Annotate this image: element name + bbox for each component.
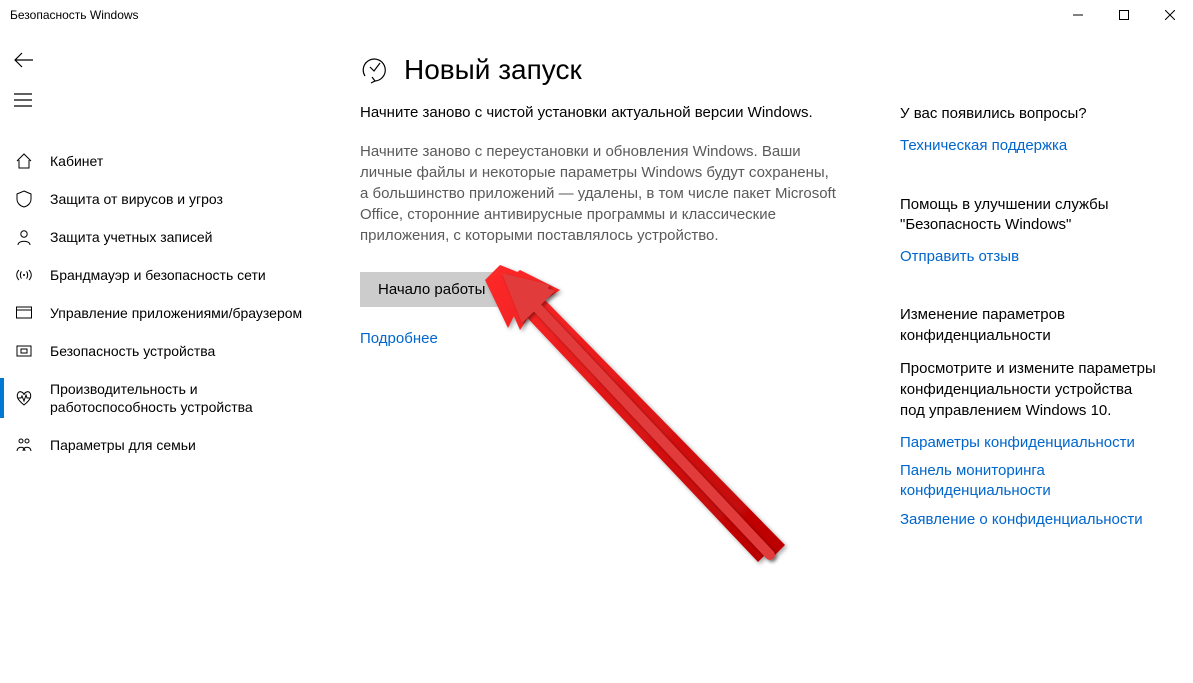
close-button[interactable] [1147, 0, 1193, 30]
shield-icon [14, 189, 34, 209]
main-content: Новый запуск Начните заново с чистой уст… [360, 54, 840, 683]
person-icon [14, 227, 34, 247]
sidebar-item-home[interactable]: Кабинет [0, 142, 320, 180]
chip-icon [14, 341, 34, 361]
sidebar-item-label: Брандмауэр и безопасность сети [50, 266, 266, 284]
privacy-statement-link[interactable]: Заявление о конфиденциальности [900, 510, 1160, 530]
learn-more-link[interactable]: Подробнее [360, 330, 438, 347]
aside-questions: У вас появились вопросы? Техническая под… [900, 104, 1160, 157]
feedback-link[interactable]: Отправить отзыв [900, 247, 1160, 267]
aside: У вас появились вопросы? Техническая под… [900, 54, 1160, 683]
sidebar-item-label: Параметры для семьи [50, 436, 196, 454]
sidebar: Кабинет Защита от вирусов и угроз Защита… [0, 30, 320, 683]
aside-title: Помощь в улучшении службы "Безопасность … [900, 195, 1160, 236]
hamburger-button[interactable] [0, 80, 320, 120]
privacy-dashboard-link[interactable]: Панель мониторинга конфиденциальности [900, 461, 1160, 502]
app-icon [14, 303, 34, 323]
home-icon [14, 151, 34, 171]
sidebar-item-firewall[interactable]: Брандмауэр и безопасность сети [0, 256, 320, 294]
aside-privacy: Изменение параметров конфиденциальности … [900, 305, 1160, 530]
minimize-button[interactable] [1055, 0, 1101, 30]
page-title: Новый запуск [404, 54, 582, 86]
sidebar-item-account[interactable]: Защита учетных записей [0, 218, 320, 256]
sidebar-item-label: Кабинет [50, 152, 103, 170]
sidebar-item-app-browser[interactable]: Управление приложениями/браузером [0, 294, 320, 332]
sidebar-item-virus[interactable]: Защита от вирусов и угроз [0, 180, 320, 218]
sidebar-item-label: Управление приложениями/браузером [50, 304, 302, 322]
sidebar-item-label: Безопасность устройства [50, 342, 215, 360]
aside-title: Изменение параметров конфиденциальности [900, 305, 1160, 346]
sidebar-item-family[interactable]: Параметры для семьи [0, 426, 320, 464]
fresh-start-icon [360, 55, 390, 85]
antenna-icon [14, 265, 34, 285]
window-title: Безопасность Windows [10, 8, 139, 22]
get-started-button[interactable]: Начало работы [360, 272, 503, 307]
heart-icon [14, 388, 34, 408]
support-link[interactable]: Техническая поддержка [900, 136, 1160, 156]
family-icon [14, 435, 34, 455]
sidebar-item-label: Производительность и работоспособность у… [50, 380, 320, 416]
page-subtitle: Начните заново с чистой установки актуал… [360, 104, 840, 121]
sidebar-item-label: Защита от вирусов и угроз [50, 190, 223, 208]
aside-title: У вас появились вопросы? [900, 104, 1160, 124]
back-button[interactable] [0, 40, 320, 80]
maximize-button[interactable] [1101, 0, 1147, 30]
window-controls [1055, 0, 1193, 30]
sidebar-item-performance[interactable]: Производительность и работоспособность у… [0, 370, 320, 426]
aside-text: Просмотрите и измените параметры конфиде… [900, 358, 1160, 421]
sidebar-item-label: Защита учетных записей [50, 228, 212, 246]
privacy-settings-link[interactable]: Параметры конфиденциальности [900, 433, 1160, 453]
aside-feedback: Помощь в улучшении службы "Безопасность … [900, 195, 1160, 268]
page-description: Начните заново с переустановки и обновле… [360, 141, 840, 246]
titlebar: Безопасность Windows [0, 0, 1193, 30]
sidebar-item-device-security[interactable]: Безопасность устройства [0, 332, 320, 370]
